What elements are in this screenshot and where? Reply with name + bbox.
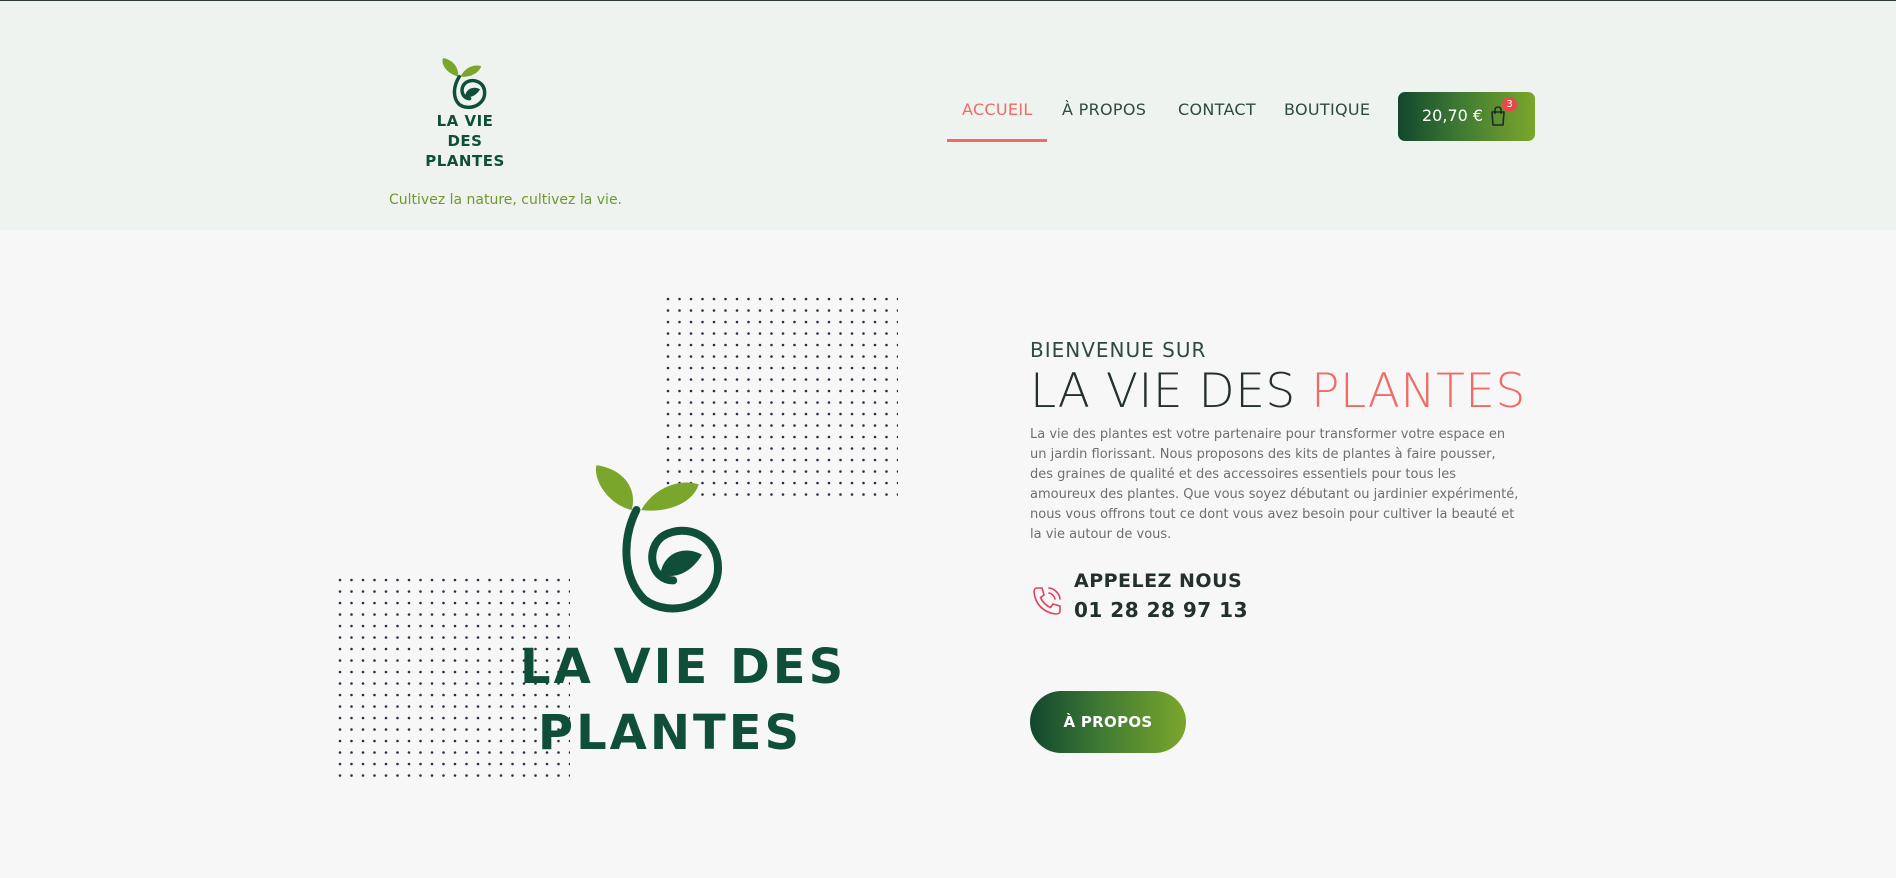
nav-item-contact[interactable]: CONTACT [1178, 100, 1256, 119]
about-button[interactable]: À PROPOS [1030, 691, 1186, 753]
cart-button[interactable]: 20,70 € 3 [1398, 92, 1535, 141]
site-header: LA VIE DES PLANTES Cultivez la nature, c… [0, 1, 1896, 230]
hero-content: BIENVENUE SUR LA VIE DES PLANTES La vie … [1030, 338, 1525, 545]
phone-number[interactable]: 01 28 28 97 13 [1074, 598, 1248, 622]
nav-item-a-propos[interactable]: À PROPOS [1062, 100, 1146, 119]
hero-logo: LA VIE DES PLANTES [520, 460, 847, 766]
site-logo[interactable]: LA VIE DES PLANTES [420, 57, 510, 171]
hero-description: La vie des plantes est votre partenaire … [1030, 427, 1519, 542]
sprout-logo-icon [442, 58, 487, 109]
nav-item-accueil[interactable]: ACCUEIL [962, 100, 1033, 119]
cart-total: 20,70 € [1422, 106, 1484, 125]
welcome-subtitle: BIENVENUE SUR [1030, 338, 1207, 362]
hero-logo-text-line2: PLANTES [537, 705, 803, 761]
logo-text-line2: PLANTES [425, 152, 505, 170]
nav-item-boutique[interactable]: BOUTIQUE [1284, 100, 1370, 119]
hero-logo-text-line1: LA VIE DES [520, 639, 847, 695]
cart-count-badge: 3 [1502, 97, 1517, 112]
hero-headline: LA VIE DES PLANTES [1030, 364, 1525, 419]
phone-icon [1030, 584, 1064, 622]
headline-main: LA VIE DES [1030, 364, 1312, 419]
sprout-logo-icon [595, 465, 723, 613]
tagline: Cultivez la nature, cultivez la vie. [389, 192, 623, 208]
active-nav-indicator [947, 139, 1047, 142]
logo-text-line1: LA VIE DES [436, 112, 494, 150]
call-label: APPELEZ NOUS [1074, 570, 1243, 592]
headline-accent: PLANTES [1311, 364, 1526, 419]
